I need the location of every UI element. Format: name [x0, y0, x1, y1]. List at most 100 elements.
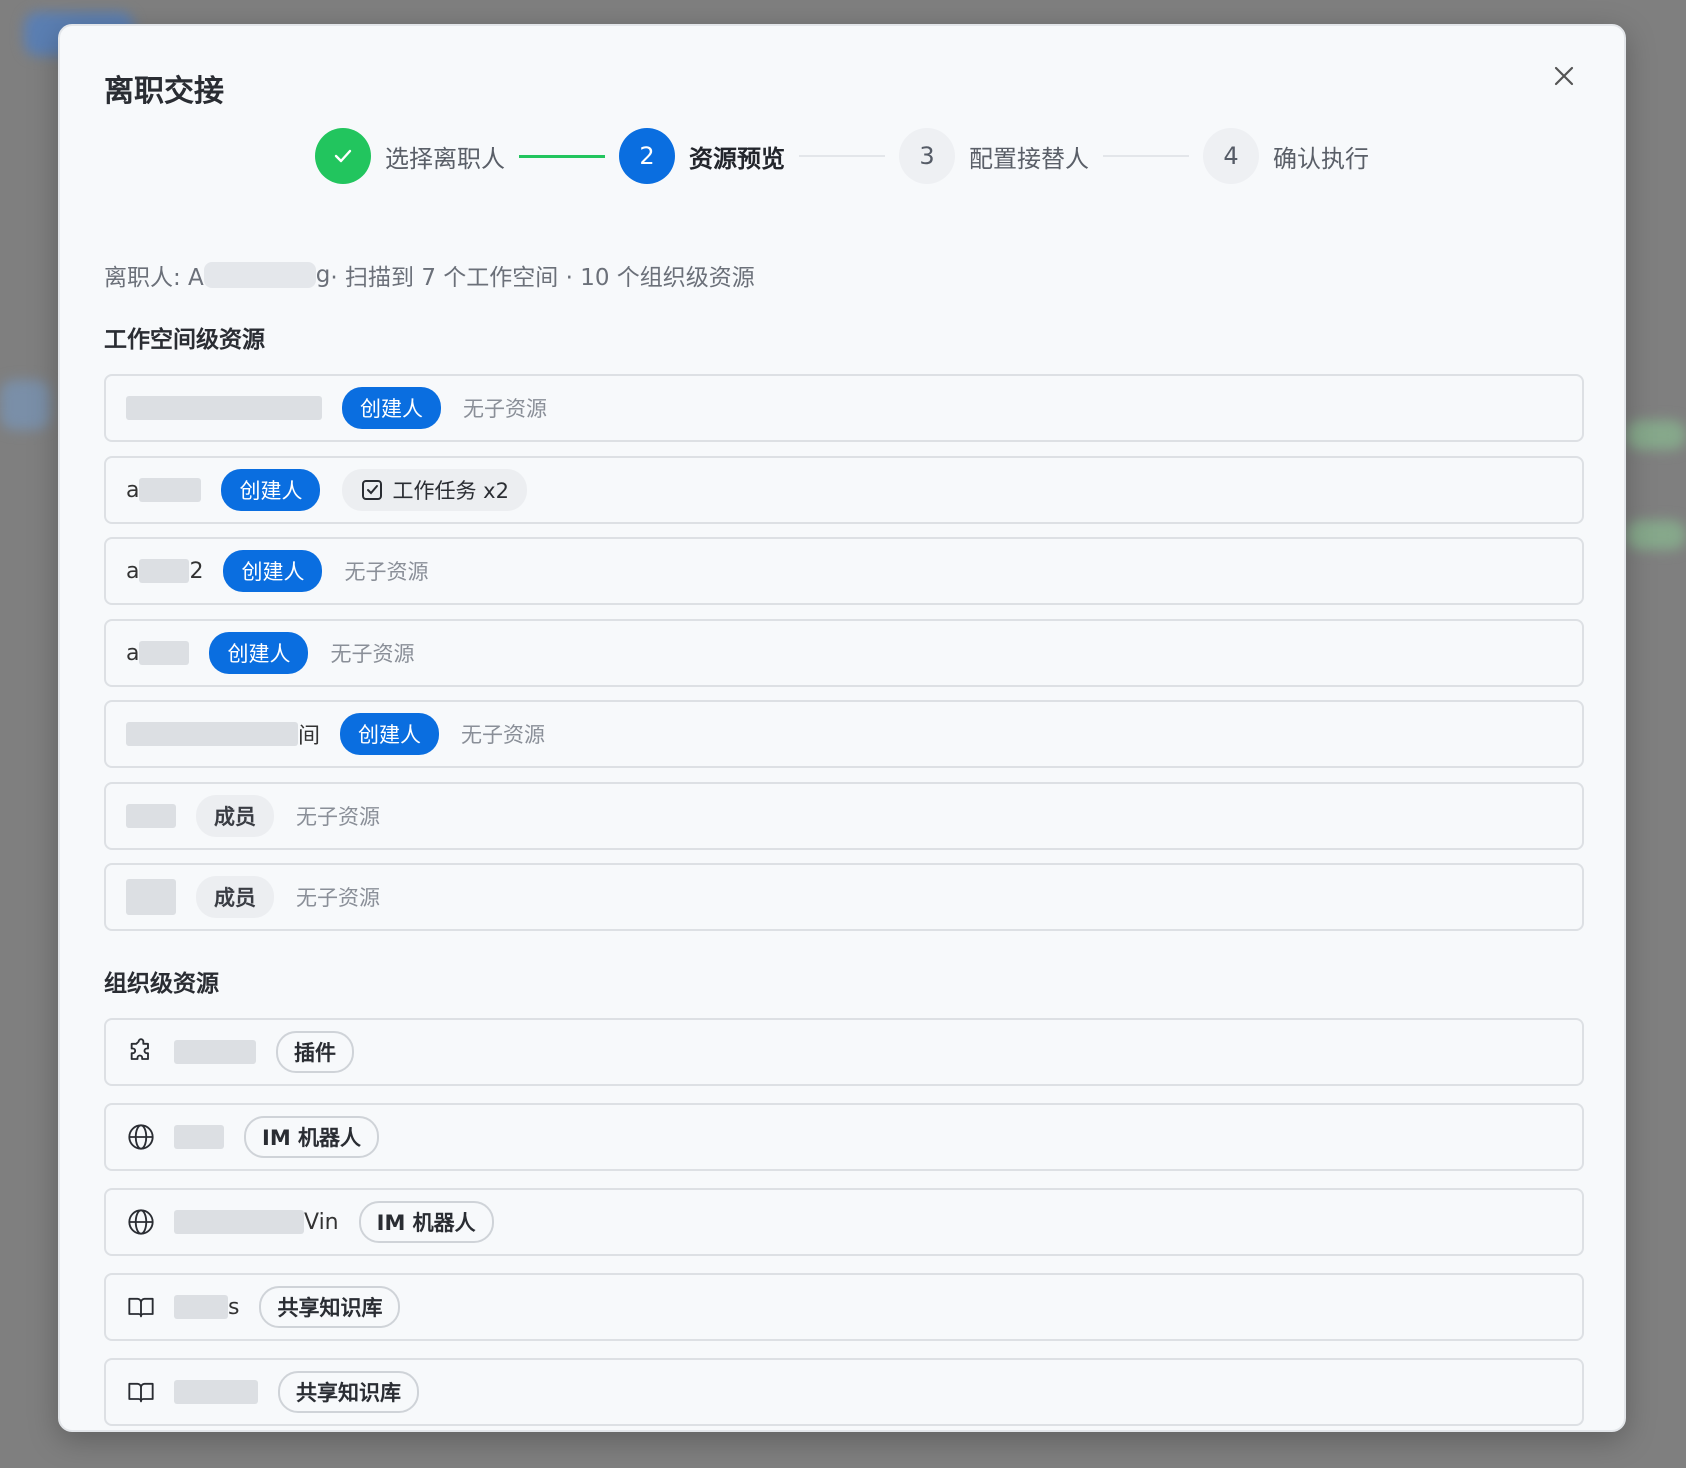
- resource-type-badge: 插件: [276, 1031, 354, 1073]
- book-icon: [126, 1377, 156, 1407]
- workspace-name: a: [126, 640, 190, 666]
- workspace-row[interactable]: a 2 创建人 无子资源: [104, 537, 1584, 605]
- globe-icon: [126, 1207, 156, 1237]
- org-resource-name-suffix: s: [228, 1294, 240, 1320]
- redacted-text: [139, 641, 190, 665]
- resource-type-badge: 共享知识库: [259, 1286, 401, 1328]
- step-connector: [519, 154, 605, 158]
- resource-status: 无子资源: [463, 397, 547, 421]
- workspace-name-suffix: 间: [298, 724, 321, 749]
- org-resource-name: s: [174, 1295, 239, 1320]
- summary-prefix: 离职人: A: [104, 265, 204, 291]
- step-configure[interactable]: 3 配置接替人: [899, 128, 1089, 184]
- workspace-row[interactable]: 间 创建人 无子资源: [104, 700, 1584, 768]
- workspace-name-prefix: a: [126, 477, 140, 503]
- step-3-label: 配置接替人: [969, 144, 1089, 173]
- org-resource-row[interactable]: s 共享知识库: [104, 1273, 1584, 1341]
- redacted-text: [126, 396, 322, 420]
- book-icon: [126, 1292, 156, 1322]
- step-connector: [799, 155, 885, 157]
- handover-modal: 离职交接 选择离职人 2 资源预览 3 配置接替人 4 确认执行 离职人: A …: [58, 24, 1626, 1432]
- workspace-row[interactable]: 成员 无子资源: [104, 863, 1584, 931]
- redacted-text: [174, 1040, 256, 1064]
- modal-title: 离职交接: [104, 74, 224, 109]
- close-button[interactable]: [1544, 56, 1584, 96]
- close-icon: [1554, 66, 1574, 86]
- workspace-name-suffix: 2: [189, 558, 204, 584]
- org-resource-name: Vin: [174, 1210, 339, 1235]
- org-resource-name: [174, 1380, 258, 1404]
- workspace-name-prefix: a: [126, 558, 140, 584]
- workspace-row[interactable]: 创建人 无子资源: [104, 374, 1584, 442]
- work-task-label: 工作任务 x2: [392, 479, 509, 503]
- redacted-name: [203, 262, 316, 288]
- step-4-circle: 4: [1203, 128, 1259, 184]
- org-resource-row[interactable]: IM 机器人: [104, 1103, 1584, 1171]
- resource-status: 无子资源: [296, 886, 380, 910]
- role-badge-owner: 创建人: [209, 632, 309, 674]
- step-4-label: 确认执行: [1273, 144, 1369, 173]
- checkbox-icon: [362, 480, 383, 500]
- redacted-text: [174, 1380, 258, 1404]
- check-icon: [334, 149, 352, 163]
- summary-name-suffix: g: [315, 262, 331, 288]
- redacted-text: [139, 478, 202, 502]
- step-2-circle: 2: [619, 128, 675, 184]
- workspace-section-title: 工作空间级资源: [104, 327, 265, 353]
- role-badge-owner: 创建人: [342, 387, 441, 429]
- redacted-text: [126, 722, 298, 746]
- resource-status: 无子资源: [330, 642, 415, 666]
- work-task-chip[interactable]: 工作任务 x2: [342, 469, 527, 511]
- org-resource-row[interactable]: Vin IM 机器人: [104, 1188, 1584, 1256]
- step-confirm[interactable]: 4 确认执行: [1203, 128, 1369, 184]
- workspace-name-prefix: a: [126, 640, 140, 666]
- role-badge-member: 成员: [196, 876, 274, 918]
- redacted-text: [126, 879, 176, 915]
- background-item-blur: [1626, 420, 1686, 450]
- workspace-row[interactable]: a 创建人 无子资源: [104, 619, 1584, 687]
- org-resource-row[interactable]: 插件: [104, 1018, 1584, 1086]
- redacted-text: [174, 1295, 228, 1319]
- workspace-row[interactable]: 成员 无子资源: [104, 782, 1584, 850]
- role-badge-member: 成员: [196, 795, 274, 837]
- role-badge-owner: 创建人: [340, 713, 440, 755]
- workspace-name: [126, 396, 322, 420]
- summary-line: 离职人: A g · 扫描到 7 个工作空间 · 10 个组织级资源: [104, 258, 755, 292]
- workspace-name: a 2: [126, 559, 203, 584]
- org-resource-name: [174, 1040, 256, 1064]
- redacted-text: [174, 1210, 304, 1234]
- resource-type-badge: IM 机器人: [358, 1201, 494, 1243]
- step-select-person[interactable]: 选择离职人: [315, 128, 505, 184]
- org-resource-row[interactable]: 共享知识库: [104, 1358, 1584, 1426]
- redacted-text: [126, 804, 176, 828]
- step-2-label: 资源预览: [689, 144, 785, 173]
- step-preview[interactable]: 2 资源预览: [619, 128, 785, 184]
- background-item-blur: [0, 380, 50, 430]
- org-section-title: 组织级资源: [104, 971, 219, 997]
- workspace-name: [126, 879, 176, 915]
- step-1-circle: [315, 128, 371, 184]
- step-1-label: 选择离职人: [385, 144, 505, 173]
- redacted-text: [174, 1125, 224, 1149]
- redacted-text: [139, 559, 190, 583]
- background-item-blur: [1626, 520, 1686, 550]
- org-resource-name-suffix: Vin: [304, 1209, 339, 1235]
- org-resource-name: [174, 1125, 224, 1149]
- globe-icon: [126, 1122, 156, 1152]
- resource-type-badge: IM 机器人: [244, 1116, 380, 1158]
- summary-scan-text: · 扫描到 7 个工作空间 · 10 个组织级资源: [330, 265, 755, 291]
- role-badge-owner: 创建人: [221, 469, 321, 511]
- workspace-name: a: [126, 477, 202, 503]
- puzzle-icon: [126, 1037, 156, 1067]
- resource-status: 无子资源: [461, 723, 546, 747]
- stepper: 选择离职人 2 资源预览 3 配置接替人 4 确认执行: [60, 126, 1624, 186]
- workspace-row[interactable]: a 创建人 工作任务 x2: [104, 456, 1584, 524]
- resource-status: 无子资源: [344, 560, 429, 584]
- resource-status: 无子资源: [296, 805, 380, 829]
- step-3-circle: 3: [899, 128, 955, 184]
- resource-type-badge: 共享知识库: [278, 1371, 419, 1413]
- role-badge-owner: 创建人: [223, 550, 323, 592]
- step-connector: [1103, 155, 1189, 157]
- workspace-name: [126, 804, 176, 828]
- workspace-name: 间: [126, 718, 320, 750]
